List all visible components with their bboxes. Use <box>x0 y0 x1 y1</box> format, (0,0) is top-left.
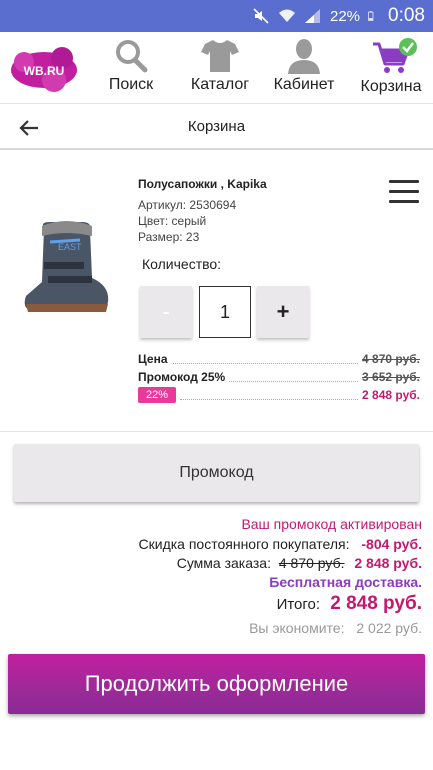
checkmark-badge-icon <box>399 38 417 56</box>
nav-cabinet[interactable]: Кабинет <box>268 36 340 100</box>
loyal-discount-value: -804 руб. <box>361 536 422 552</box>
nav-search-label: Поиск <box>108 76 154 93</box>
final-price-row: 22% 2 848 руб. <box>138 387 420 404</box>
product-color: Цвет: серый <box>138 214 207 228</box>
status-bar: 22% 0:08 <box>0 0 433 32</box>
svg-text:EAST: EAST <box>58 242 82 252</box>
loyal-discount-row: Скидка постоянного покупателя: -804 руб. <box>139 536 422 552</box>
price-label: Цена <box>138 352 172 366</box>
nav-cart[interactable]: Корзина <box>353 36 429 100</box>
top-nav: WB.RU Поиск Каталог Кабинет Корзина <box>0 32 433 104</box>
battery-icon <box>368 11 374 21</box>
savings-value: 2 022 руб. <box>356 620 422 636</box>
checkout-button[interactable]: Продолжить оформление <box>8 654 425 714</box>
leader-dots <box>180 399 360 400</box>
total-row: Итого: 2 848 руб. <box>277 593 422 615</box>
page-header: Корзина <box>0 106 433 150</box>
leader-dots <box>168 363 360 364</box>
price-value: 4 870 руб. <box>358 352 420 366</box>
promo-row: Промокод 25% 3 652 руб. <box>138 370 420 386</box>
status-icons: 22% 0:08 <box>252 0 425 32</box>
price-row: Цена 4 870 руб. <box>138 352 420 368</box>
quantity-input[interactable] <box>199 286 251 338</box>
promo-activated-text: Ваш промокод активирован <box>241 516 422 532</box>
logo-shape: WB.RU <box>11 47 77 92</box>
cart-item: EAST Полусапожки , Kapika Артикул: 25306… <box>0 152 433 432</box>
wifi-icon <box>278 9 295 22</box>
order-sum-label: Сумма заказа: <box>176 555 271 571</box>
product-article: Артикул: 2530694 <box>138 198 237 212</box>
mute-icon <box>253 8 269 24</box>
nav-cabinet-label: Кабинет <box>273 76 335 93</box>
quantity-minus-button[interactable]: - <box>140 286 192 338</box>
nav-search[interactable]: Поиск <box>102 36 160 100</box>
promo-code-button[interactable]: Промокод <box>14 444 419 502</box>
battery-percent: 22% <box>329 7 361 25</box>
savings-row: Вы экономите: 2 022 руб. <box>249 620 422 636</box>
search-icon <box>116 40 148 73</box>
item-menu-icon[interactable] <box>389 180 419 206</box>
order-sum-row: Сумма заказа: 4 870 руб. 2 848 руб. <box>177 555 422 571</box>
nav-cart-label: Корзина <box>360 78 422 95</box>
product-image[interactable]: EAST <box>20 218 112 314</box>
order-sum-old: 4 870 руб. <box>278 555 345 571</box>
tshirt-icon <box>201 40 239 72</box>
loyal-discount-label: Скидка постоянного покупателя: <box>138 536 350 552</box>
final-price-value: 2 848 руб. <box>358 388 420 402</box>
promo-value: 3 652 руб. <box>358 370 420 384</box>
quantity-plus-button[interactable]: + <box>257 286 309 338</box>
quantity-label: Количество: <box>142 256 222 272</box>
product-size: Размер: 23 <box>138 230 200 244</box>
total-value: 2 848 руб. <box>330 593 422 614</box>
wb-logo[interactable]: WB.RU <box>10 46 78 94</box>
free-delivery-text: Бесплатная доставка. <box>269 574 422 590</box>
page-title: Корзина <box>187 118 246 135</box>
promo-label: Промокод 25% <box>138 370 230 384</box>
nav-catalog[interactable]: Каталог <box>180 36 260 100</box>
nav-catalog-label: Каталог <box>190 76 250 93</box>
savings-label: Вы экономите: <box>249 620 345 636</box>
discount-badge: 22% <box>138 387 176 403</box>
cart-icon <box>373 38 417 73</box>
product-name[interactable]: Полусапожки , Kapika <box>138 177 267 191</box>
logo-text: WB.RU <box>24 64 65 78</box>
order-sum-new: 2 848 руб. <box>354 555 422 571</box>
signal-icon <box>304 9 320 23</box>
total-label: Итого: <box>276 596 321 613</box>
user-icon <box>288 39 320 74</box>
clock: 0:08 <box>388 5 425 26</box>
